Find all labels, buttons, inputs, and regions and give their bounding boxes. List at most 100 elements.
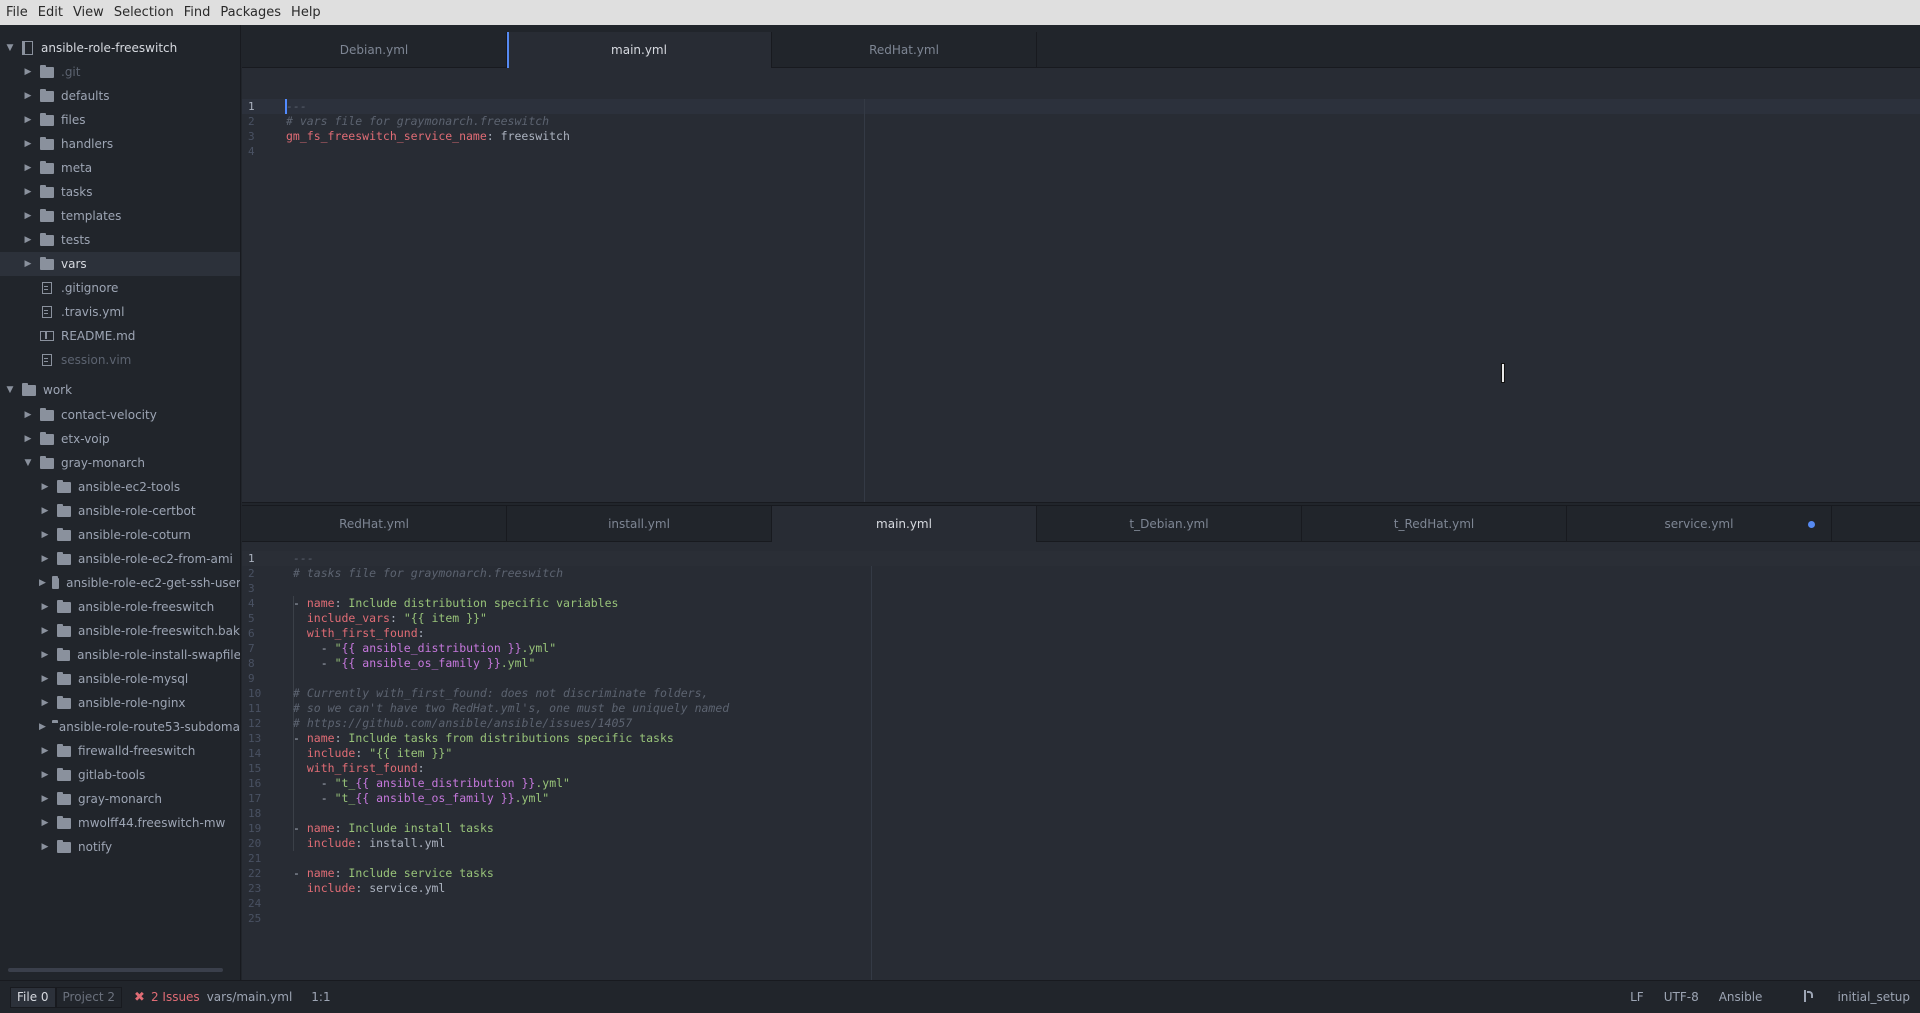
mouse-ibeam-cursor <box>1499 364 1507 382</box>
tab-redhat-yml-bottom[interactable]: RedHat.yml <box>242 506 507 542</box>
tab-label: main.yml <box>611 43 667 57</box>
menu-packages[interactable]: Packages <box>215 0 286 25</box>
tab-redhat-yml[interactable]: RedHat.yml <box>772 32 1037 68</box>
tree-item-gray-monarch[interactable]: ▼ gray-monarch <box>0 451 240 475</box>
tab-t-debian-yml[interactable]: t_Debian.yml <box>1037 506 1302 542</box>
tree-project-root[interactable]: ▼ ansible-role-freeswitch <box>0 36 240 60</box>
line-number: 9 <box>248 672 255 685</box>
tree-item-label: ansible-role-install-swapfile <box>77 648 241 662</box>
text-editor-top[interactable]: 1 2 3 4 --- # vars file for graymonarch.… <box>242 68 1920 502</box>
status-encoding[interactable]: UTF-8 <box>1664 990 1699 1004</box>
tree-item-files[interactable]: ▶ files <box>0 108 240 132</box>
folder-icon <box>57 503 71 517</box>
text-editor-bottom[interactable]: 1 2 3 4 5 6 7 8 9 10 11 12 13 14 15 16 17 18 19 20 21 22 23 24 2… <box>242 542 1920 980</box>
line-number: 3 <box>248 130 255 143</box>
code-token: include <box>306 881 356 895</box>
tree-item-ansible-role-nginx[interactable]: ▶ ansible-role-nginx <box>0 691 240 715</box>
line-number: 4 <box>248 597 255 610</box>
status-issues[interactable]: ✖ 2 Issues <box>134 990 200 1005</box>
folder-icon <box>40 112 54 126</box>
tree-item-templates[interactable]: ▶ templates <box>0 204 240 228</box>
status-line-ending[interactable]: LF <box>1630 990 1644 1004</box>
tree-item-ansible-role-ec2-get-ssh-user[interactable]: ▶ ansible-role-ec2-get-ssh-user <box>0 571 240 595</box>
line-number: 12 <box>248 717 262 730</box>
tree-scrollbar[interactable] <box>8 968 223 972</box>
status-file-path[interactable]: vars/main.yml <box>207 990 293 1004</box>
line-number: 19 <box>248 822 262 835</box>
tree-item-notify[interactable]: ▶ notify <box>0 835 240 859</box>
tree-item-meta[interactable]: ▶ meta <box>0 156 240 180</box>
tree-item-label: ansible-role-coturn <box>78 528 191 542</box>
cursor-line-highlight <box>242 551 1920 566</box>
tree-item-ansible-role-route53[interactable]: ▶ ansible-role-route53-subdomai <box>0 715 240 739</box>
menu-help[interactable]: Help <box>286 0 326 25</box>
code-token: - <box>293 731 307 745</box>
code-token: - <box>320 776 335 790</box>
tree-item-etx-voip[interactable]: ▶ etx-voip <box>0 427 240 451</box>
tree-item-mwolff44[interactable]: ▶ mwolff44.freeswitch-mw <box>0 811 240 835</box>
tab-debian-yml[interactable]: Debian.yml <box>242 32 507 68</box>
code-token: freeswitch <box>493 129 570 143</box>
tab-t-redhat-yml[interactable]: t_RedHat.yml <box>1302 506 1567 542</box>
tab-service-yml[interactable]: service.yml <box>1567 506 1832 542</box>
tree-item-ansible-role-freeswitch[interactable]: ▶ ansible-role-freeswitch <box>0 595 240 619</box>
tree-item-ansible-role-mysql[interactable]: ▶ ansible-role-mysql <box>0 667 240 691</box>
tree-item-tests[interactable]: ▶ tests <box>0 228 240 252</box>
menu-file[interactable]: File <box>0 0 33 25</box>
status-cursor-position[interactable]: 1:1 <box>311 990 330 1004</box>
tree-item-ansible-ec2-tools[interactable]: ▶ ansible-ec2-tools <box>0 475 240 499</box>
tree-project-work[interactable]: ▼ work <box>0 378 240 402</box>
status-grammar[interactable]: Ansible <box>1719 990 1763 1004</box>
menu-view[interactable]: View <box>68 0 109 25</box>
wrap-guide <box>864 99 865 502</box>
tree-item-ansible-role-install-swapfile[interactable]: ▶ ansible-role-install-swapfile <box>0 643 241 667</box>
tree-item-firewalld-freeswitch[interactable]: ▶ firewalld-freeswitch <box>0 739 240 763</box>
tree-item-ansible-role-ec2-from-ami[interactable]: ▶ ansible-role-ec2-from-ami <box>0 547 240 571</box>
folder-icon <box>40 208 54 222</box>
code-line: include_vars: "{{ item }}" <box>306 611 487 625</box>
tree-file-readme[interactable]: README.md <box>0 324 240 348</box>
menu-edit[interactable]: Edit <box>33 0 68 25</box>
tree-item-vars[interactable]: ▶ vars <box>0 252 240 276</box>
tree-item-handlers[interactable]: ▶ handlers <box>0 132 240 156</box>
code-token: Include tasks from distributions specifi… <box>341 731 674 745</box>
tree-item-gray-monarch-sub[interactable]: ▶ gray-monarch <box>0 787 240 811</box>
tree-item-ansible-role-freeswitch-bak[interactable]: ▶ ansible-role-freeswitch.bak <box>0 619 240 643</box>
editor-pane-top: Debian.yml main.yml RedHat.yml 1 2 3 4 -… <box>242 32 1920 502</box>
code-line: --- <box>293 551 314 566</box>
code-token: - <box>320 656 335 670</box>
chevron-right-icon: ▶ <box>24 91 32 101</box>
tab-main-yml[interactable]: main.yml <box>507 32 772 68</box>
tree-item-defaults[interactable]: ▶ defaults <box>0 84 240 108</box>
menu-find[interactable]: Find <box>179 0 216 25</box>
status-git-branch[interactable]: initial_setup <box>1782 990 1910 1004</box>
status-project-button[interactable]: Project 2 <box>55 986 123 1008</box>
tree-file-travis[interactable]: .travis.yml <box>0 300 240 324</box>
tree-item-ansible-role-coturn[interactable]: ▶ ansible-role-coturn <box>0 523 240 547</box>
line-number: 15 <box>248 762 262 775</box>
tree-item-contact-velocity[interactable]: ▶ contact-velocity <box>0 403 240 427</box>
code-line: include: service.yml <box>306 881 446 895</box>
tab-install-yml[interactable]: install.yml <box>507 506 772 542</box>
line-number: 2 <box>248 567 255 580</box>
code-token: name <box>306 866 335 880</box>
code-token: include <box>306 746 356 760</box>
tree-view: ▼ ansible-role-freeswitch ▶ .git ▶ defaults… <box>0 25 241 980</box>
tab-label: service.yml <box>1664 517 1734 531</box>
chevron-right-icon: ▶ <box>41 698 49 708</box>
tree-file-gitignore[interactable]: .gitignore <box>0 276 240 300</box>
menu-selection[interactable]: Selection <box>109 0 179 25</box>
tree-file-session[interactable]: session.vim <box>0 348 240 372</box>
tree-item-tasks[interactable]: ▶ tasks <box>0 180 240 204</box>
tab-label: RedHat.yml <box>869 43 939 57</box>
tree-item-git[interactable]: ▶ .git <box>0 60 240 84</box>
status-file-button[interactable]: File 0 <box>10 986 56 1008</box>
line-number: 21 <box>248 852 262 865</box>
tab-main-yml-bottom[interactable]: main.yml <box>772 506 1037 542</box>
tab-label: t_Debian.yml <box>1129 517 1209 531</box>
tree-item-gitlab-tools[interactable]: ▶ gitlab-tools <box>0 763 240 787</box>
tree-item-ansible-role-certbot[interactable]: ▶ ansible-role-certbot <box>0 499 240 523</box>
line-number: 25 <box>248 912 262 925</box>
code-token: name <box>306 596 335 610</box>
chevron-right-icon: ▶ <box>24 410 32 420</box>
